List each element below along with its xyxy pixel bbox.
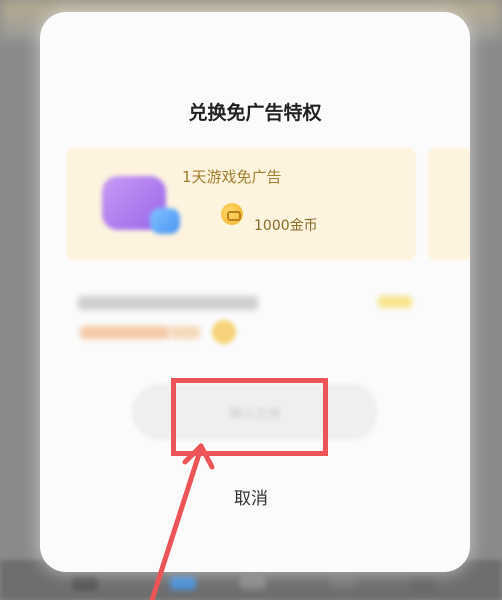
annotation-arrow-icon [149, 443, 215, 600]
